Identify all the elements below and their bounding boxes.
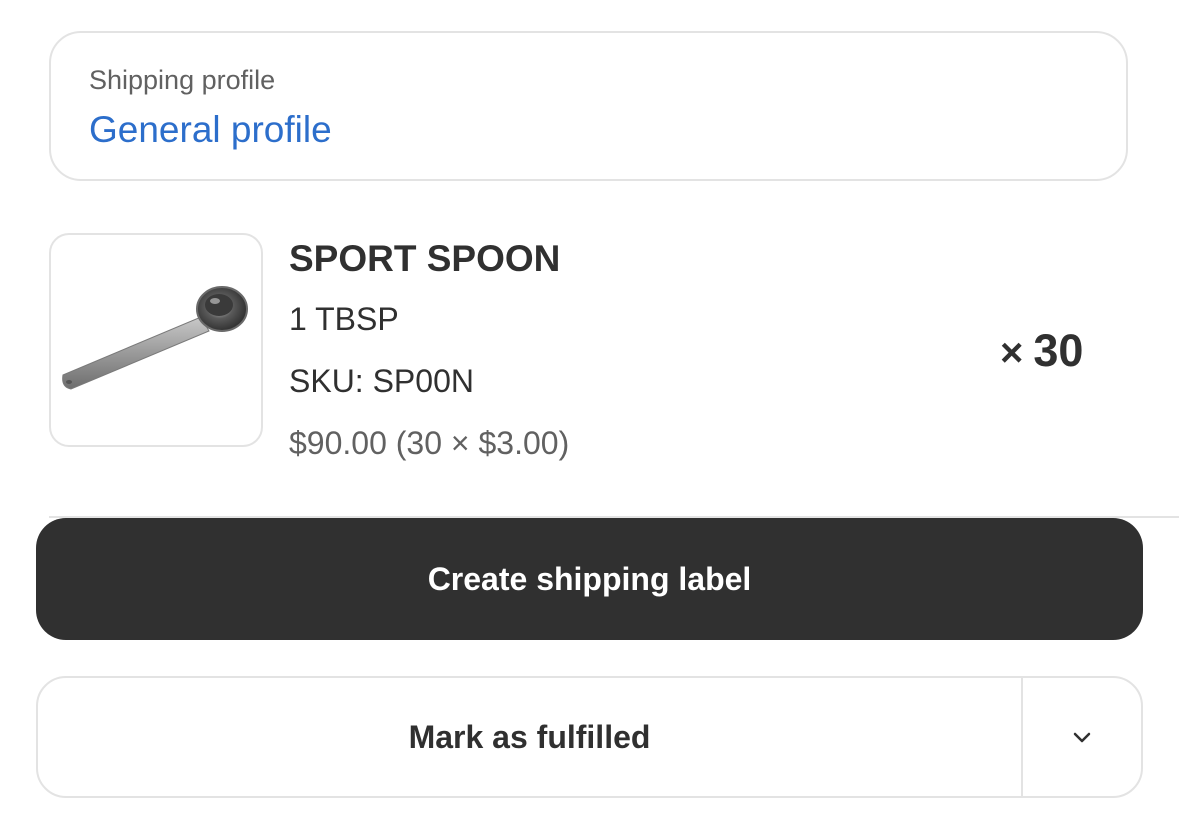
mark-fulfilled-split-button: Mark as fulfilled [36,676,1143,798]
shipping-profile-card: Shipping profile General profile [49,31,1128,181]
shipping-profile-label: Shipping profile [89,65,276,95]
product-variant: 1 TBSP [289,301,399,337]
product-price: $90.00 (30 × $3.00) [289,425,570,461]
product-thumbnail [49,233,263,447]
quantity-multiplier-symbol: × [1000,331,1024,375]
mark-as-fulfilled-button[interactable]: Mark as fulfilled [38,678,1021,796]
product-title: SPORT SPOON [289,238,561,279]
quantity-value: 30 [1033,325,1084,376]
more-actions-dropdown-button[interactable] [1023,678,1141,796]
create-shipping-label-button[interactable]: Create shipping label [36,518,1143,640]
measuring-spoon-image [62,286,248,390]
shipping-profile-link[interactable]: General profile [89,109,332,151]
product-sku: SKU: SP00N [289,363,474,399]
product-quantity: × 30 [1000,325,1083,377]
chevron-down-icon [1073,732,1091,743]
